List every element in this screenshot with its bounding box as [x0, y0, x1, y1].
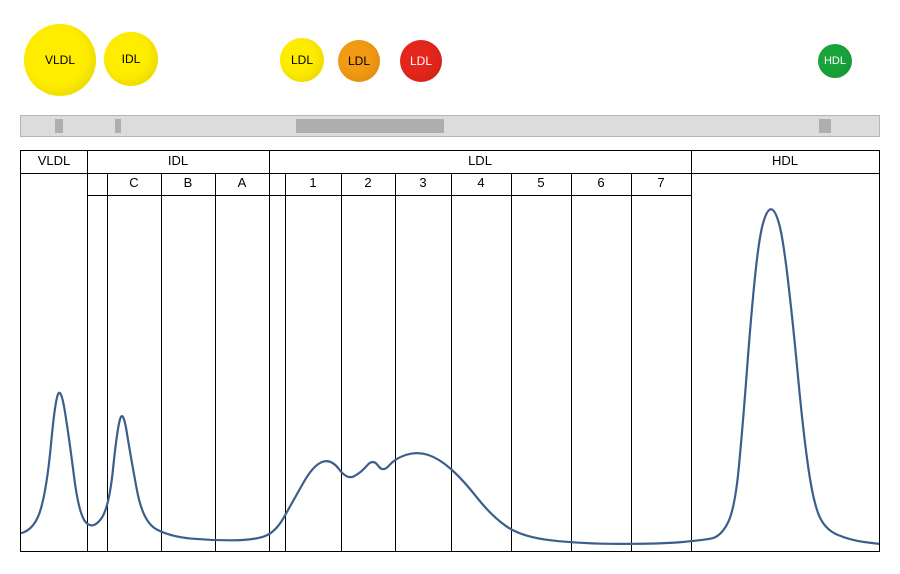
legend-ldl_b: LDL — [338, 40, 380, 82]
trace-curve — [21, 151, 879, 551]
legend-ldl_c: LDL — [400, 40, 442, 82]
legend-hdl: HDL — [818, 44, 852, 78]
gel-band — [55, 119, 63, 133]
gel-band — [115, 119, 121, 133]
chart-frame: VLDLIDLLDLHDLCBA1234567 — [20, 150, 880, 552]
legend-idl: IDL — [104, 32, 158, 86]
gel-bar — [20, 115, 880, 137]
legend-ldl_a: LDL — [280, 38, 324, 82]
legend-vldl: VLDL — [24, 24, 96, 96]
lipoprotein-chart: VLDLIDL LDL LDL LDL HDL VLDLIDLLDLHDLCBA12345… — [0, 0, 900, 574]
gel-band — [819, 119, 831, 133]
gel-band — [296, 119, 444, 133]
